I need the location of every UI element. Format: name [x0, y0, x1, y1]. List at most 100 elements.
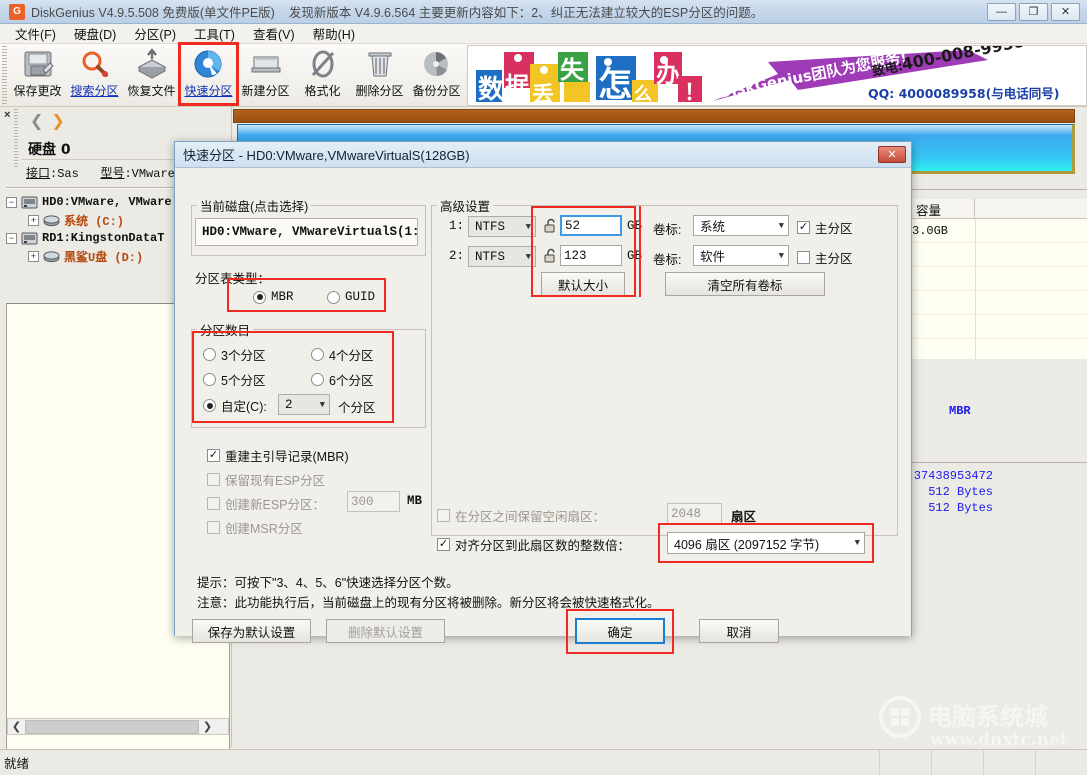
minimize-button[interactable]: —: [987, 3, 1016, 21]
custom-partition-count-value: 2: [285, 398, 293, 412]
clear-all-labels-button[interactable]: 清空所有卷标: [665, 272, 825, 296]
dialog-close-button[interactable]: ✕: [878, 146, 906, 163]
toolbar-format[interactable]: 格式化: [294, 44, 351, 104]
partition-1-size-unit: GB: [627, 219, 642, 233]
partition-2-index: 2:: [449, 249, 464, 263]
dialog-hint-2: 注意：此功能执行后，当前磁盘上的现有分区将被删除。新分区将会被快速格式化。: [197, 592, 660, 611]
toolbar-backup-partition[interactable]: 备份分区: [408, 44, 465, 104]
menu-partition[interactable]: 分区(P): [125, 22, 185, 45]
dialog-hint-1: 提示：可按下"3、4、5、6"快速选择分区个数。: [197, 572, 459, 591]
sidebar-close-icon[interactable]: ×: [4, 109, 10, 121]
menu-view[interactable]: 查看(V): [244, 22, 304, 45]
next-disk-icon[interactable]: ❯: [51, 115, 64, 129]
chevron-down-icon: ▼: [320, 400, 325, 410]
esp-size-unit: MB: [407, 494, 422, 508]
toolbar-search-partition[interactable]: 搜索分区: [66, 44, 123, 104]
menu-tools[interactable]: 工具(T): [185, 22, 244, 45]
custom-partition-count-select[interactable]: 2 ▼: [278, 394, 330, 415]
partition-table-type-label: 分区表类型：: [195, 268, 270, 287]
partition-1-size-input[interactable]: 52: [560, 215, 622, 236]
expander-icon[interactable]: −: [6, 197, 17, 208]
current-disk-value[interactable]: HD0:VMware, VMwareVirtualS(1:: [195, 218, 418, 246]
partition-1-volume-label-select[interactable]: 系统 ▼: [693, 215, 789, 236]
partition-2-size-input[interactable]: 123: [560, 245, 622, 266]
reserve-sectors-input[interactable]: 2048: [667, 503, 722, 524]
expander-icon[interactable]: +: [28, 215, 39, 226]
maximize-button[interactable]: ❐: [1019, 3, 1048, 21]
status-cell: [1035, 750, 1087, 775]
column-header-capacity[interactable]: 容量: [905, 199, 975, 219]
dialog-titlebar: 快速分区 - HD0:VMware,VMwareVirtualS(128GB) …: [175, 142, 911, 168]
toolbar-save-changes[interactable]: 保存更改: [9, 44, 66, 104]
ad-banner[interactable]: 数 据 丢 失 怎 么 办 ！ DiskGenius团队为您服务! 致电: 40…: [467, 45, 1087, 106]
partition-1-filesystem-select[interactable]: NTFS ▼: [468, 216, 536, 237]
toolbar-quick-partition[interactable]: 快速分区: [180, 44, 237, 104]
menu-file[interactable]: 文件(F): [6, 22, 65, 45]
statusbar: 就绪: [0, 749, 1087, 775]
radio-guid[interactable]: GUID: [327, 290, 375, 304]
expander-icon[interactable]: −: [6, 233, 17, 244]
sidebar-hscrollbar[interactable]: ❮ ❯: [7, 718, 229, 735]
scroll-left-icon[interactable]: ❮: [8, 719, 25, 734]
ad-char-1: 据: [505, 72, 529, 100]
ad-char-5: 么: [634, 84, 652, 105]
status-cell: [983, 750, 1035, 775]
menu-help[interactable]: 帮助(H): [304, 22, 364, 45]
unlock-icon[interactable]: [543, 218, 558, 233]
sidebar-grip[interactable]: [14, 109, 18, 169]
partition-2-filesystem-select[interactable]: NTFS ▼: [468, 246, 536, 267]
scroll-thumb[interactable]: [25, 720, 199, 734]
expander-icon[interactable]: +: [28, 251, 39, 262]
menu-disk[interactable]: 硬盘(D): [65, 22, 125, 45]
radio-4-partitions[interactable]: 4个分区: [311, 345, 373, 364]
toolbar-delete-partition[interactable]: 删除分区: [351, 44, 408, 104]
format-icon: [306, 48, 340, 80]
radio-5-partitions-indicator: [203, 373, 216, 386]
scroll-right-icon[interactable]: ❯: [199, 719, 216, 734]
checkbox-rebuild-mbr[interactable]: ✓ 重建主引导记录(MBR): [207, 446, 349, 465]
unlock-icon[interactable]: [543, 248, 558, 263]
default-size-button[interactable]: 默认大小: [541, 272, 625, 296]
radio-mbr[interactable]: MBR: [253, 290, 294, 304]
checkbox-keep-esp[interactable]: 保留现有ESP分区: [207, 470, 325, 489]
esp-size-input[interactable]: 300: [347, 491, 400, 512]
prev-disk-icon[interactable]: ❮: [30, 115, 43, 129]
checkbox-reserve-free-sectors[interactable]: 在分区之间保留空闲扇区：: [437, 506, 605, 525]
window-title: DiskGenius V4.9.5.508 免费版(单文件PE版): [31, 2, 275, 21]
chevron-down-icon: ▼: [526, 222, 531, 232]
radio-6-partitions[interactable]: 6个分区: [311, 370, 373, 389]
toolbar-delete-partition-label: 删除分区: [355, 82, 403, 99]
checkbox-create-esp-label: 创建新ESP分区：: [225, 494, 325, 513]
radio-5-partitions[interactable]: 5个分区: [203, 370, 265, 389]
model-label: 型号: [100, 167, 124, 181]
delete-default-button[interactable]: 删除默认设置: [326, 619, 445, 643]
close-button[interactable]: ✕: [1051, 3, 1080, 21]
cancel-button[interactable]: 取消: [699, 619, 779, 643]
tree-label: HD0:VMware, VMware: [42, 195, 172, 209]
radio-mbr-label: MBR: [271, 290, 294, 304]
radio-4-partitions-indicator: [311, 348, 324, 361]
save-as-default-button[interactable]: 保存为默认设置: [192, 619, 311, 643]
ok-button[interactable]: 确定: [575, 618, 665, 644]
radio-custom-partitions[interactable]: 自定(C):: [203, 396, 267, 415]
toolbar-grip[interactable]: [2, 46, 7, 104]
align-sectors-select[interactable]: 4096 扇区 (2097152 字节) ▼: [667, 532, 865, 554]
partition-2-volume-label-caption: 卷标:: [653, 249, 681, 268]
partition-1-primary-checkbox[interactable]: ✓ 主分区: [797, 218, 853, 237]
column-header-rest: [976, 199, 1087, 219]
partition-2-volume-label-select[interactable]: 软件 ▼: [693, 245, 789, 266]
toolbar-new-partition[interactable]: 新建分区: [237, 44, 294, 104]
toolbar-recover-file[interactable]: 恢复文件: [123, 44, 180, 104]
advanced-settings-legend: 高级设置: [437, 196, 493, 215]
checkbox-create-esp[interactable]: 创建新ESP分区：: [207, 494, 325, 513]
ad-char-7: ！: [684, 81, 706, 106]
status-cell: [879, 750, 931, 775]
partition-2-primary-checkbox[interactable]: 主分区: [797, 248, 853, 267]
checkbox-create-msr[interactable]: 创建MSR分区: [207, 518, 303, 537]
radio-3-partitions[interactable]: 3个分区: [203, 345, 265, 364]
checkbox-create-msr-indicator: [207, 521, 220, 534]
checkbox-align-partitions[interactable]: ✓ 对齐分区到此扇区数的整数倍：: [437, 535, 630, 554]
dialog-body: 当前磁盘(点击选择) HD0:VMware, VMwareVirtualS(1:…: [175, 168, 911, 636]
partition-table-type-value: MBR: [949, 404, 971, 418]
partition-2-filesystem-value: NTFS: [475, 250, 505, 264]
